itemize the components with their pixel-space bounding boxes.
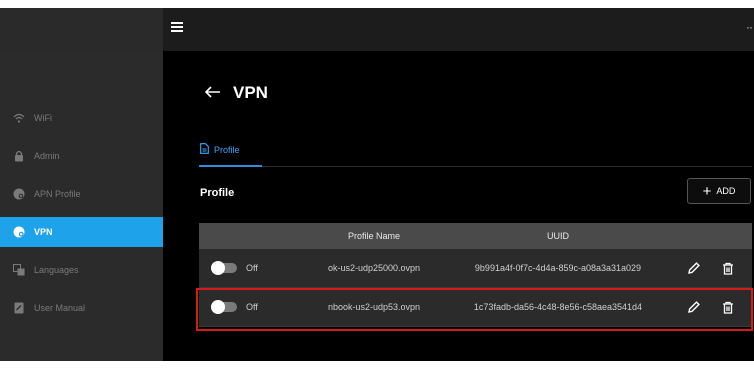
tab-label: Profile	[214, 145, 240, 155]
file-icon	[200, 141, 209, 159]
sidebar-item-languages[interactable]: Languages	[0, 255, 163, 285]
apn-profile-icon	[13, 188, 25, 200]
section-title: Profile	[200, 187, 235, 199]
enable-toggle[interactable]	[211, 300, 237, 314]
delete-trash-icon[interactable]	[721, 300, 735, 314]
uuid-cell: 9b991a4f-0f7c-4d4a-859c-a08a3a31a029	[474, 263, 642, 273]
profile-table: Profile Name UUID Off ok-us2-udp25000.ov…	[199, 223, 752, 327]
sidebar-item-user-manual[interactable]: User Manual	[0, 293, 163, 323]
sidebar-item-label: VPN	[34, 227, 53, 237]
sidebar: WiFi Admin APN Profile VPN Languages Use…	[0, 51, 163, 361]
actions-cell	[677, 300, 752, 314]
profile-name-cell: nbook-us2-udp53.ovpn	[327, 302, 421, 312]
table-row: Off nbook-us2-udp53.ovpn 1c73fadb-da56-4…	[199, 288, 752, 327]
sidebar-item-label: Languages	[34, 265, 79, 275]
plus-icon: +	[702, 182, 712, 200]
add-button-label: ADD	[716, 186, 736, 196]
top-bar-brand-area	[0, 8, 163, 51]
back-arrow-icon[interactable]	[204, 85, 222, 99]
header-uuid: UUID	[547, 231, 569, 241]
hamburger-menu-icon[interactable]	[171, 22, 183, 32]
main-content: VPN Profile Profile + ADD Profile Name U…	[163, 51, 754, 361]
actions-cell	[677, 261, 752, 275]
wifi-icon	[13, 112, 25, 124]
lock-icon	[13, 150, 25, 162]
language-icon	[13, 264, 25, 276]
more-options-icon[interactable]: ··	[746, 20, 753, 34]
tab-divider	[199, 166, 752, 167]
toggle-state-label: Off	[246, 302, 258, 312]
enable-toggle[interactable]	[211, 261, 237, 275]
header-profile-name: Profile Name	[347, 231, 401, 241]
sidebar-item-label: APN Profile	[34, 189, 81, 199]
sidebar-item-apn-profile[interactable]: APN Profile	[0, 179, 163, 209]
top-bar: ··	[0, 8, 754, 51]
uuid-cell: 1c73fadb-da56-4c48-8e56-c58aea3541d4	[473, 302, 643, 312]
toggle-cell: Off	[199, 261, 309, 275]
app-window: ·· WiFi Admin APN Profile VPN Languages …	[0, 8, 754, 361]
sidebar-item-label: User Manual	[34, 303, 86, 313]
toggle-cell: Off	[199, 300, 309, 314]
add-profile-button[interactable]: + ADD	[687, 178, 751, 204]
top-bar-main: ··	[163, 8, 754, 51]
manual-icon	[13, 302, 25, 314]
edit-pencil-icon[interactable]	[687, 300, 701, 314]
page-title: VPN	[233, 83, 268, 102]
table-row: Off ok-us2-udp25000.ovpn 9b991a4f-0f7c-4…	[199, 249, 752, 288]
sidebar-item-label: Admin	[34, 151, 60, 161]
profile-name-cell: ok-us2-udp25000.ovpn	[327, 263, 421, 273]
sidebar-item-admin[interactable]: Admin	[0, 141, 163, 171]
sidebar-item-wifi[interactable]: WiFi	[0, 103, 163, 133]
table-header: Profile Name UUID	[199, 223, 752, 249]
toggle-state-label: Off	[246, 263, 258, 273]
vpn-icon	[13, 226, 25, 238]
sidebar-item-label: WiFi	[34, 113, 52, 123]
delete-trash-icon[interactable]	[721, 261, 735, 275]
tab-active-indicator	[199, 165, 262, 167]
sidebar-item-vpn[interactable]: VPN	[0, 217, 163, 247]
edit-pencil-icon[interactable]	[687, 261, 701, 275]
tab-profile[interactable]: Profile	[200, 140, 240, 160]
